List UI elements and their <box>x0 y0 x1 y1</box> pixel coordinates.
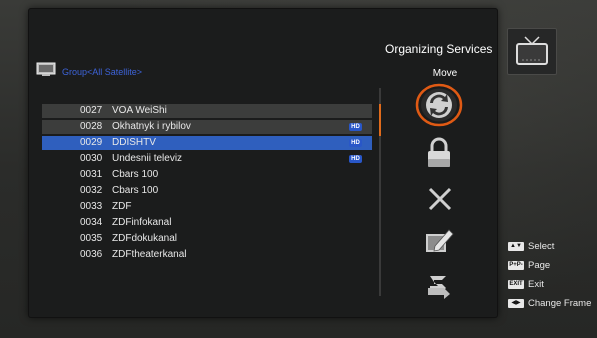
rename-icon[interactable] <box>423 226 455 256</box>
channel-name: VOA WeiShi <box>112 105 167 116</box>
channel-row[interactable]: 0028 Okhatnyk i rybilov HD <box>42 120 372 134</box>
channel-row[interactable]: 0030 Undesnii televiz HD <box>42 152 372 166</box>
channel-number: 0033 <box>80 201 103 212</box>
legend-change-frame: ◀▶ Change Frame <box>508 298 591 309</box>
move-action-icon[interactable] <box>414 82 464 128</box>
channel-number: 0035 <box>80 233 103 244</box>
channel-name: Cbars 100 <box>112 185 159 196</box>
channel-number: 0029 <box>80 137 103 148</box>
channel-number: 0030 <box>80 153 103 164</box>
leftright-key-icon: ◀▶ <box>508 299 524 308</box>
channel-number: 0031 <box>80 169 103 180</box>
channel-name: DDISHTV <box>112 137 156 148</box>
legend-page: P+P- Page <box>508 260 551 271</box>
channel-row[interactable]: 0034 ZDFinfokanal <box>42 216 372 230</box>
skip-icon[interactable] <box>424 272 454 300</box>
hd-badge-icon: HD <box>349 155 362 163</box>
channel-list: 0027 VOA WeiShi 0028 Okhatnyk i rybilov HD 00… <box>42 104 372 264</box>
channel-number: 0027 <box>80 105 103 116</box>
hd-badge-icon: HD <box>349 123 362 131</box>
channel-name: Okhatnyk i rybilov <box>112 121 191 132</box>
channel-row[interactable]: 0031 Cbars 100 <box>42 168 372 182</box>
page-key-icon: P+P- <box>508 261 524 270</box>
channel-number: 0032 <box>80 185 103 196</box>
legend-exit: EXIT Exit <box>508 279 544 290</box>
hd-badge-icon: HD <box>349 139 362 147</box>
delete-icon[interactable] <box>425 184 455 214</box>
channel-row[interactable]: 0032 Cbars 100 <box>42 184 372 198</box>
tv-thumbnail <box>507 28 557 75</box>
channel-name: ZDF <box>112 201 132 212</box>
channel-name: Undesnii televiz <box>112 153 183 164</box>
channel-number: 0034 <box>80 217 103 228</box>
channel-row[interactable]: 0027 VOA WeiShi <box>42 104 372 118</box>
channel-name: ZDFinfokanal <box>112 217 172 228</box>
channel-row[interactable]: 0035 ZDFdokukanal <box>42 232 372 246</box>
lock-icon[interactable] <box>424 136 454 170</box>
scrollbar-thumb[interactable] <box>379 104 381 136</box>
channel-number: 0036 <box>80 249 103 260</box>
group-selector[interactable]: Group<All Satellite> <box>36 62 256 80</box>
channel-row[interactable]: 0029 DDISHTV HD <box>42 136 372 150</box>
satellite-group-icon <box>36 62 56 76</box>
page-title: Organizing Services <box>385 42 493 56</box>
channel-number: 0028 <box>80 121 103 132</box>
channel-name: ZDFtheaterkanal <box>112 249 187 260</box>
group-label: Group<All Satellite> <box>62 67 143 77</box>
legend-select: ▲▼ Select <box>508 241 554 252</box>
channel-name: ZDFdokukanal <box>112 233 178 244</box>
exit-key-icon: EXIT <box>508 280 524 289</box>
channel-name: Cbars 100 <box>112 169 159 180</box>
tv-icon <box>516 36 548 65</box>
channel-row[interactable]: 0033 ZDF <box>42 200 372 214</box>
mode-label: Move <box>432 68 458 79</box>
channel-row[interactable]: 0036 ZDFtheaterkanal <box>42 248 372 262</box>
updown-key-icon: ▲▼ <box>508 242 524 251</box>
